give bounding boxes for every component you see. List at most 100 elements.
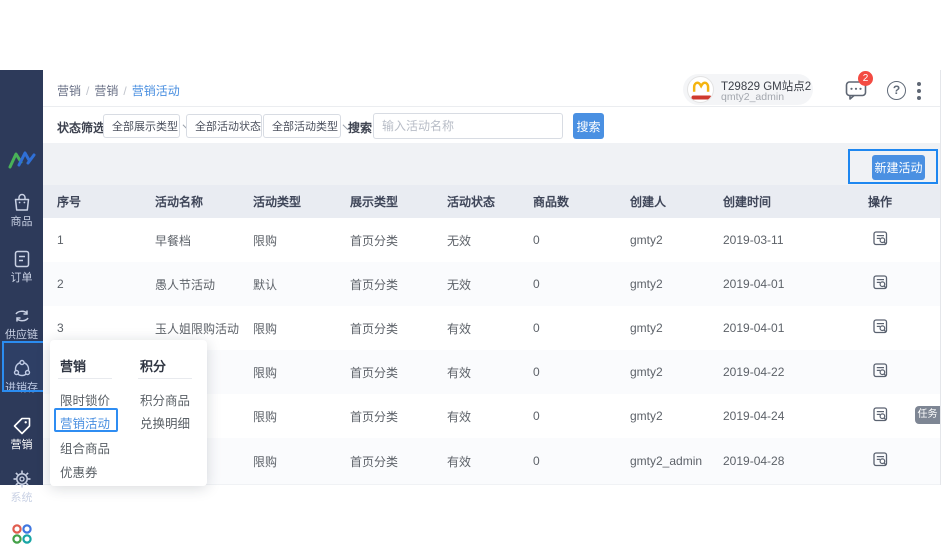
cell-count: 0 bbox=[533, 233, 630, 247]
popup-item-marketing-activity[interactable]: 营销活动 bbox=[60, 413, 110, 432]
app-window: 商品 订单 供应链 bbox=[0, 0, 946, 547]
cell-count: 0 bbox=[533, 365, 630, 379]
sidebar-item-apps[interactable] bbox=[0, 522, 43, 547]
cell-name: 愚人节活动 bbox=[155, 276, 253, 293]
popup-section-title: 积分 bbox=[140, 356, 166, 375]
col-header-ops: 操作 bbox=[840, 193, 920, 210]
kebab-menu-icon[interactable] bbox=[917, 82, 921, 86]
cell-created: 2019-04-28 bbox=[723, 454, 840, 468]
cell-display: 首页分类 bbox=[350, 276, 447, 293]
sidebar-item-goods[interactable]: 商品 bbox=[0, 192, 43, 229]
col-header-created: 创建时间 bbox=[723, 193, 840, 210]
cell-seq: 2 bbox=[57, 277, 155, 291]
avatar[interactable] bbox=[687, 76, 714, 103]
cell-name: 早餐档 bbox=[155, 232, 253, 249]
cell-display: 首页分类 bbox=[350, 408, 447, 425]
activity-type-dropdown[interactable]: 全部活动类型 bbox=[263, 114, 341, 138]
cell-count: 0 bbox=[533, 409, 630, 423]
bag-icon bbox=[11, 192, 33, 214]
app-logo-icon bbox=[7, 148, 37, 172]
sidebar-item-label: 营销 bbox=[0, 439, 43, 452]
search-button[interactable]: 搜索 bbox=[573, 113, 604, 139]
sidebar-item-label: 商品 bbox=[0, 216, 43, 229]
table-header: 序号 活动名称 活动类型 展示类型 活动状态 商品数 创建人 创建时间 操作 bbox=[43, 185, 940, 218]
cell-creator: gmty2_admin bbox=[630, 454, 723, 468]
display-type-dropdown[interactable]: 全部展示类型 bbox=[103, 114, 180, 138]
help-icon[interactable]: ? bbox=[887, 81, 906, 100]
popup-item-coupon[interactable]: 优惠券 bbox=[60, 462, 98, 481]
sidebar-item-orders[interactable]: 订单 bbox=[0, 248, 43, 285]
view-detail-button[interactable] bbox=[873, 231, 888, 246]
cell-created: 2019-04-22 bbox=[723, 365, 840, 379]
popup-item-price-lock[interactable]: 限时锁价 bbox=[60, 390, 110, 409]
view-detail-button[interactable] bbox=[873, 452, 888, 467]
cell-display: 首页分类 bbox=[350, 232, 447, 249]
sidebar-item-marketing[interactable]: 营销 bbox=[0, 415, 43, 452]
tag-icon bbox=[11, 415, 33, 437]
col-header-type: 活动类型 bbox=[253, 193, 350, 210]
cell-created: 2019-04-24 bbox=[723, 409, 840, 423]
divider bbox=[138, 378, 192, 379]
cell-display: 首页分类 bbox=[350, 320, 447, 337]
col-header-seq: 序号 bbox=[57, 193, 155, 210]
view-detail-button[interactable] bbox=[873, 407, 888, 422]
dropdown-value: 全部展示类型 bbox=[112, 118, 178, 134]
user-username: qmty2_admin bbox=[721, 91, 784, 103]
cell-type: 限购 bbox=[253, 364, 350, 381]
cell-creator: gmty2 bbox=[630, 233, 723, 247]
col-header-count: 商品数 bbox=[533, 193, 630, 210]
breadcrumb-separator: / bbox=[86, 84, 89, 98]
col-header-display: 展示类型 bbox=[350, 193, 447, 210]
col-header-status: 活动状态 bbox=[447, 193, 533, 210]
col-header-creator: 创建人 bbox=[630, 193, 723, 210]
supply-arrows-icon bbox=[11, 305, 33, 327]
view-detail-button[interactable] bbox=[873, 363, 888, 378]
apps-grid-icon bbox=[10, 522, 34, 546]
popup-item-exchange-detail[interactable]: 兑换明细 bbox=[140, 413, 190, 432]
gear-icon bbox=[11, 468, 33, 490]
cell-creator: gmty2 bbox=[630, 365, 723, 379]
cell-status: 无效 bbox=[447, 232, 533, 249]
cell-type: 限购 bbox=[253, 232, 350, 249]
sidebar-item-supply-chain[interactable]: 供应链 bbox=[0, 305, 43, 342]
status-filter-label: 状态筛选: bbox=[57, 119, 109, 136]
cell-created: 2019-04-01 bbox=[723, 321, 840, 335]
cell-count: 0 bbox=[533, 321, 630, 335]
cell-display: 首页分类 bbox=[350, 453, 447, 470]
new-activity-button[interactable]: 新建活动 bbox=[872, 155, 925, 180]
marketing-flyout-menu: 营销 限时锁价 营销活动 组合商品 优惠券 积分 积分商品 兑换明细 bbox=[50, 340, 207, 486]
cell-seq: 1 bbox=[57, 233, 155, 247]
window-right-edge bbox=[940, 70, 941, 485]
cell-creator: gmty2 bbox=[630, 409, 723, 423]
cell-status: 有效 bbox=[447, 364, 533, 381]
view-detail-button[interactable] bbox=[873, 275, 888, 290]
divider bbox=[58, 378, 112, 379]
cell-type: 限购 bbox=[253, 320, 350, 337]
cell-count: 0 bbox=[533, 277, 630, 291]
cell-creator: gmty2 bbox=[630, 321, 723, 335]
cell-type: 限购 bbox=[253, 453, 350, 470]
table-row: 1 早餐档 限购 首页分类 无效 0 gmty2 2019-03-11 bbox=[43, 218, 940, 262]
cell-status: 有效 bbox=[447, 320, 533, 337]
receipt-icon bbox=[11, 248, 33, 270]
sidebar-item-system[interactable]: 系统 bbox=[0, 468, 43, 505]
dropdown-value: 全部活动类型 bbox=[272, 118, 338, 134]
popup-item-points-goods[interactable]: 积分商品 bbox=[140, 390, 190, 409]
breadcrumb-separator: / bbox=[123, 84, 126, 98]
sidebar-item-label: 订单 bbox=[0, 272, 43, 285]
cell-creator: gmty2 bbox=[630, 277, 723, 291]
view-detail-button[interactable] bbox=[873, 319, 888, 334]
col-header-name: 活动名称 bbox=[155, 193, 253, 210]
search-label: 搜索: bbox=[348, 119, 376, 136]
breadcrumb-item-current: 营销活动 bbox=[132, 84, 180, 98]
breadcrumb-item[interactable]: 营销 bbox=[94, 84, 118, 98]
search-input[interactable] bbox=[373, 113, 563, 139]
activity-status-dropdown[interactable]: 全部活动状态 bbox=[186, 114, 262, 138]
task-tab[interactable]: 任务 bbox=[915, 406, 940, 424]
cell-status: 无效 bbox=[447, 276, 533, 293]
cell-status: 有效 bbox=[447, 453, 533, 470]
cell-name: 玉人姐限购活动 bbox=[155, 320, 253, 337]
popup-item-combo-goods[interactable]: 组合商品 bbox=[60, 438, 110, 457]
breadcrumb-item[interactable]: 营销 bbox=[57, 84, 81, 98]
dropdown-value: 全部活动状态 bbox=[195, 118, 261, 134]
